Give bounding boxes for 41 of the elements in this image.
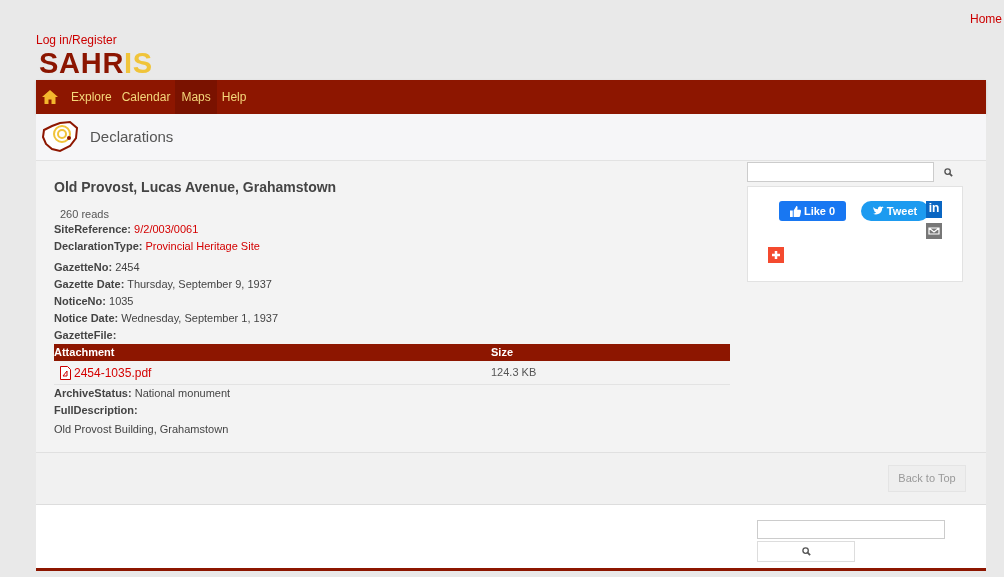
field-link[interactable]: Provincial Heritage Site <box>145 240 260 252</box>
field-row-text: FullDescription: <box>54 403 139 418</box>
file-size: 124.3 KB <box>491 365 537 381</box>
section-title: Declarations <box>90 126 174 147</box>
article-title: Old Provost, Lucas Avenue, Grahamstown <box>54 178 338 197</box>
add-icon[interactable] <box>768 247 784 263</box>
email-icon[interactable] <box>926 223 942 239</box>
file-link[interactable]: 2454-1035.pdf <box>74 363 152 382</box>
thumbs-up-icon <box>789 205 801 217</box>
search-icon <box>801 547 811 556</box>
field-row-text: Notice Date: Wednesday, September 1, 1937 <box>54 311 279 326</box>
pdf-file-icon <box>60 365 71 380</box>
home-link[interactable]: Home <box>970 10 1002 28</box>
field-row-text: GazetteNo: 2454 <box>54 260 141 275</box>
nav-item[interactable]: Explore <box>66 80 117 114</box>
column-header: Attachment <box>54 345 116 361</box>
search-field[interactable] <box>757 520 945 539</box>
search-icon <box>943 167 953 177</box>
field-link[interactable]: 9/2/003/0061 <box>134 223 199 235</box>
search-field[interactable] <box>747 162 934 182</box>
tweet-button[interactable]: Tweet <box>861 201 929 221</box>
nav-item[interactable]: Calendar <box>116 80 176 114</box>
field-label: SiteReference: <box>54 223 132 235</box>
field-row-text: GazetteFile: <box>54 328 118 343</box>
field-label: DeclarationType: <box>54 240 143 252</box>
map-icon <box>40 120 80 154</box>
field-row-text: NoticeNo: 1035 <box>54 294 135 309</box>
column-header: Size <box>491 345 513 361</box>
back-to-top-button[interactable]: Back to Top <box>888 465 966 492</box>
field-row-text: ArchiveStatus: National monument <box>54 386 232 401</box>
home-icon[interactable] <box>42 90 58 104</box>
login-link[interactable]: Log in/Register <box>36 34 117 46</box>
like-button[interactable]: Like 0 <box>779 201 846 221</box>
description: Old Provost Building, Grahamstown <box>54 422 230 437</box>
logo: SAHRIS <box>39 47 154 80</box>
nav-item[interactable]: Maps <box>175 80 217 114</box>
read-count: 260 reads <box>60 208 110 221</box>
nav-item[interactable]: Help <box>216 80 252 114</box>
linkedin-button[interactable]: in <box>926 201 942 218</box>
bird-icon <box>872 206 884 216</box>
field-row-text: Gazette Date: Thursday, September 9, 1937 <box>54 277 273 292</box>
